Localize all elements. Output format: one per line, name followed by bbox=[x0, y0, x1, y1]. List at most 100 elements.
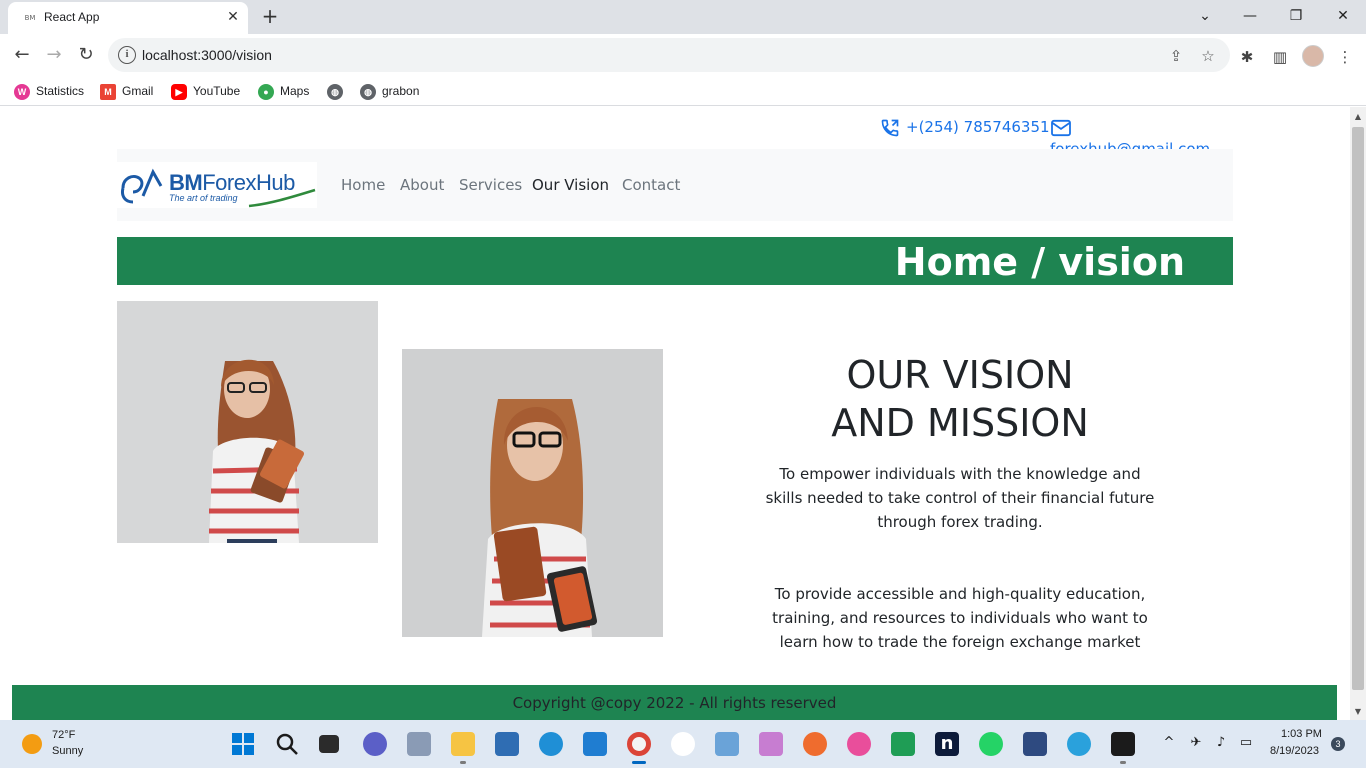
nav-our-vision[interactable]: Our Vision bbox=[532, 175, 609, 195]
chrome-icon[interactable] bbox=[627, 732, 651, 756]
mongodb-icon[interactable] bbox=[671, 732, 695, 756]
bookmark-statistics[interactable]: W Statistics bbox=[14, 82, 84, 100]
site-navbar: BMForexHub The art of trading Home About… bbox=[117, 149, 1233, 221]
page-scrollbar[interactable]: ▲ ▼ bbox=[1350, 107, 1366, 720]
bookmark-globe[interactable]: ◍ bbox=[327, 82, 349, 100]
app-icon[interactable] bbox=[847, 732, 871, 756]
terminal-icon[interactable] bbox=[1111, 732, 1135, 756]
page-banner: Home / vision bbox=[117, 237, 1233, 285]
brand-logo[interactable]: BMForexHub The art of trading bbox=[117, 162, 317, 208]
globe-icon: ◍ bbox=[327, 83, 343, 100]
volume-icon[interactable]: ♪ bbox=[1212, 735, 1230, 750]
mail-icon bbox=[1051, 119, 1071, 136]
copyright-text: Copyright @copy 2022 - All rights reserv… bbox=[512, 694, 837, 712]
tab-title: React App bbox=[44, 10, 100, 24]
page-viewport: +(254) 785746351 forexhub@gmail.com BMFo… bbox=[0, 107, 1350, 720]
share-icon[interactable]: ⇪ bbox=[1166, 46, 1186, 66]
minimize-button[interactable]: — bbox=[1238, 4, 1262, 28]
globe-icon: ◍ bbox=[360, 83, 376, 100]
nav-home[interactable]: Home bbox=[341, 175, 385, 195]
new-tab-button[interactable]: + bbox=[258, 4, 282, 28]
weather-temperature[interactable]: 72°F bbox=[52, 729, 75, 741]
bookmark-grabon[interactable]: ◍ grabon bbox=[360, 82, 419, 100]
browser-tab[interactable]: BM React App ✕ bbox=[8, 2, 248, 34]
tab-search-icon[interactable]: ⌄ bbox=[1193, 4, 1217, 28]
nav-contact[interactable]: Contact bbox=[622, 175, 680, 195]
site-info-icon[interactable]: i bbox=[118, 46, 136, 64]
student-photo-2 bbox=[402, 349, 663, 637]
breadcrumb: Home / vision bbox=[894, 240, 1185, 284]
menu-kebab-icon[interactable]: ⋮ bbox=[1335, 47, 1355, 67]
nav-about[interactable]: About bbox=[400, 175, 444, 195]
vision-heading: OUR VISION AND MISSION bbox=[831, 353, 1089, 445]
scroll-down-arrow-icon[interactable]: ▼ bbox=[1350, 704, 1366, 720]
site-footer: Copyright @copy 2022 - All rights reserv… bbox=[12, 685, 1337, 720]
weather-sun-icon[interactable] bbox=[22, 734, 42, 754]
back-button[interactable]: ← bbox=[10, 43, 34, 67]
browser-tab-strip: BM React App ✕ + ⌄ — ❐ ✕ bbox=[0, 0, 1366, 34]
file-explorer-icon[interactable] bbox=[451, 732, 475, 756]
search-icon[interactable] bbox=[275, 732, 299, 756]
side-panel-icon[interactable]: ▥ bbox=[1270, 47, 1290, 67]
logo-tagline: The art of trading bbox=[169, 193, 238, 203]
address-url[interactable]: localhost:3000/vision bbox=[142, 47, 272, 63]
windows-taskbar: 72°F Sunny n ^ ✈ ♪ ▭ 1:03 PM 8/19/2023 3 bbox=[0, 720, 1366, 768]
reload-button[interactable]: ↻ bbox=[74, 43, 98, 67]
address-bar[interactable]: i localhost:3000/vision ⇪ ☆ bbox=[108, 38, 1230, 72]
app-icon[interactable] bbox=[407, 732, 431, 756]
battery-icon[interactable]: ▭ bbox=[1237, 735, 1255, 750]
windows-logo-icon bbox=[232, 733, 254, 755]
weather-condition[interactable]: Sunny bbox=[52, 745, 83, 757]
start-button[interactable] bbox=[231, 732, 255, 756]
edge-icon[interactable] bbox=[539, 732, 563, 756]
powershell-icon[interactable] bbox=[495, 732, 519, 756]
gmail-icon: M bbox=[100, 83, 116, 100]
telegram-icon[interactable] bbox=[1067, 732, 1091, 756]
scroll-thumb[interactable] bbox=[1352, 127, 1364, 690]
phone-link[interactable]: +(254) 785746351 bbox=[880, 116, 1050, 138]
forward-button[interactable]: → bbox=[42, 43, 66, 67]
extensions-icon[interactable]: ✱ bbox=[1237, 47, 1257, 67]
tray-overflow-icon[interactable]: ^ bbox=[1160, 735, 1178, 750]
task-view-icon[interactable] bbox=[319, 735, 339, 753]
notification-badge[interactable]: 3 bbox=[1331, 737, 1345, 751]
youtube-icon: ▶ bbox=[171, 83, 187, 100]
teams-chat-icon[interactable] bbox=[363, 732, 387, 756]
app-icon[interactable] bbox=[715, 732, 739, 756]
clock-date[interactable]: 8/19/2023 bbox=[1270, 745, 1319, 757]
browser-toolbar: ← → ↻ i localhost:3000/vision ⇪ ☆ ✱ ▥ ⋮ bbox=[0, 34, 1366, 76]
close-window-button[interactable]: ✕ bbox=[1331, 4, 1355, 28]
active-indicator bbox=[632, 761, 646, 764]
bookmark-maps[interactable]: ● Maps bbox=[258, 82, 309, 100]
postman-icon[interactable] bbox=[803, 732, 827, 756]
bookmark-gmail[interactable]: M Gmail bbox=[100, 82, 153, 100]
maps-icon: ● bbox=[258, 83, 274, 100]
airplane-mode-icon[interactable]: ✈ bbox=[1187, 735, 1205, 750]
bookmark-star-icon[interactable]: ☆ bbox=[1198, 46, 1218, 66]
statistics-icon: W bbox=[14, 83, 30, 100]
mission-statement: To provide accessible and high-quality e… bbox=[772, 585, 1148, 651]
app-icon[interactable] bbox=[891, 732, 915, 756]
logo-swoosh-icon bbox=[248, 188, 316, 208]
notion-icon[interactable]: n bbox=[935, 732, 959, 756]
scroll-up-arrow-icon[interactable]: ▲ bbox=[1350, 109, 1366, 125]
profile-avatar[interactable] bbox=[1302, 45, 1324, 67]
clock-time[interactable]: 1:03 PM bbox=[1281, 728, 1322, 740]
phone-icon bbox=[881, 119, 899, 136]
running-indicator bbox=[1120, 761, 1126, 764]
app-icon[interactable] bbox=[1023, 732, 1047, 756]
restore-button[interactable]: ❐ bbox=[1284, 4, 1308, 28]
close-tab-icon[interactable]: ✕ bbox=[224, 8, 242, 26]
logo-mark-icon bbox=[121, 168, 163, 204]
bookmark-youtube[interactable]: ▶ YouTube bbox=[171, 82, 240, 100]
vision-statement: To empower individuals with the knowledg… bbox=[765, 465, 1155, 531]
contact-bar: +(254) 785746351 forexhub@gmail.com bbox=[0, 116, 1232, 158]
app-icon[interactable] bbox=[759, 732, 783, 756]
running-indicator bbox=[460, 761, 466, 764]
tab-favicon-icon: BM bbox=[24, 14, 36, 22]
vscode-icon[interactable] bbox=[583, 732, 607, 756]
bookmarks-bar: W Statistics M Gmail ▶ YouTube ● Maps ◍ ◍ gra… bbox=[0, 76, 1366, 106]
nav-services[interactable]: Services bbox=[459, 175, 522, 195]
whatsapp-icon[interactable] bbox=[979, 732, 1003, 756]
student-photo-1 bbox=[117, 301, 378, 543]
